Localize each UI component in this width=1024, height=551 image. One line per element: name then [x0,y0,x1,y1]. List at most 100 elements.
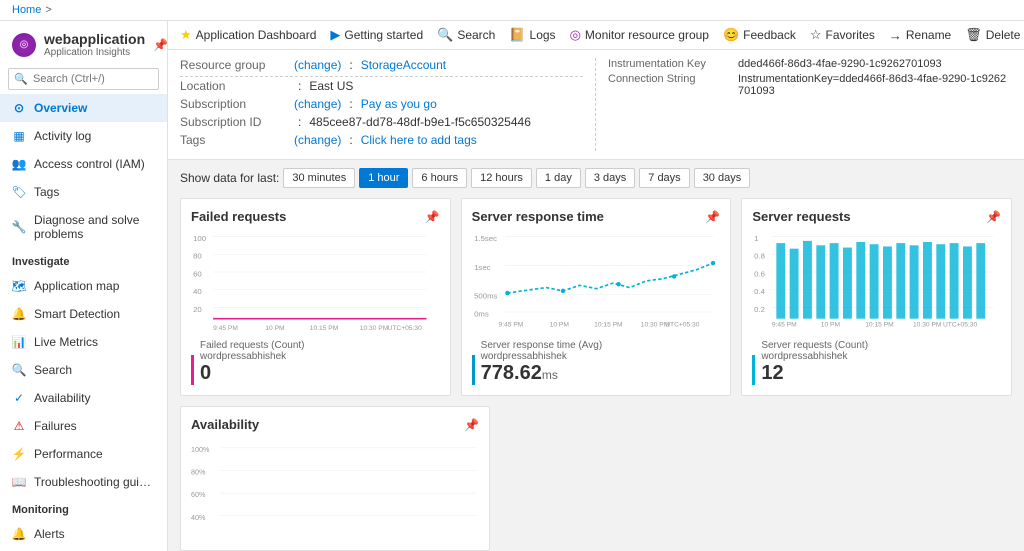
subscription-value[interactable]: Pay as you go [361,97,437,111]
tags-value[interactable]: Click here to add tags [361,133,477,147]
time-btn-3days[interactable]: 3 days [585,168,635,188]
sidebar-item-alerts[interactable]: 🔔 Alerts [0,520,167,548]
server-response-pin[interactable]: 📌 [705,210,720,224]
sidebar-item-tags[interactable]: 🏷 Tags [0,178,167,206]
svg-text:10:15 PM: 10:15 PM [594,321,623,328]
svg-text:9:45 PM: 9:45 PM [213,325,238,332]
svg-text:10 PM: 10 PM [265,325,284,332]
availability-pin[interactable]: 📌 [464,418,479,432]
connection-string-value: InstrumentationKey=dded466f-86d3-4fae-92… [738,73,1012,97]
sidebar-search-container: 🔍 [8,68,159,90]
sidebar-item-access-control[interactable]: 👥 Access control (IAM) [0,150,167,178]
failed-requests-legend-text: Failed requests (Count) wordpressabhishe… [200,340,305,362]
time-btn-7days[interactable]: 7 days [639,168,689,188]
time-btn-1day[interactable]: 1 day [536,168,581,188]
resource-group-separator: : [349,58,352,72]
getting-started-icon: ▶ [330,27,340,43]
search-label: Search [457,28,495,42]
svg-text:1.5sec: 1.5sec [474,234,497,243]
svg-text:10:15 PM: 10:15 PM [866,321,895,328]
time-btn-12hours[interactable]: 12 hours [471,168,532,188]
sidebar-item-app-map[interactable]: 🗺 Application map [0,272,167,300]
svg-text:100%: 100% [191,445,210,454]
rename-button[interactable]: → Rename [889,28,951,43]
sidebar: ◎ webapplication Application Insights 📌 … [0,21,168,551]
failed-requests-pin[interactable]: 📌 [425,210,440,224]
search-button[interactable]: 🔍 Search [437,27,495,43]
sidebar-item-search[interactable]: 🔍 Search [0,356,167,384]
live-metrics-icon: 📊 [12,335,26,349]
content-area: ★ Application Dashboard ▶ Getting starte… [168,21,1024,551]
pin-icon[interactable]: 📌 [153,38,168,52]
sidebar-label-activity-log: Activity log [34,129,91,143]
connection-string-row: Connection String InstrumentationKey=dde… [608,73,1012,97]
favorites-label: Favorites [826,28,875,42]
svg-text:0.8: 0.8 [754,252,765,261]
server-response-card: Server response time 📌 1.5sec 1sec 500ms… [461,198,732,396]
search-icon: 🔍 [14,73,28,86]
logs-label: Logs [530,28,556,42]
delete-button[interactable]: 🗑 Delete [965,27,1020,43]
server-response-title: Server response time 📌 [472,209,721,224]
getting-started-button[interactable]: ▶ Getting started [330,27,423,43]
failed-requests-value: 0 [200,362,305,385]
time-btn-30days[interactable]: 30 days [694,168,751,188]
tags-change-link[interactable]: (change) [294,133,341,147]
smart-detection-icon: 🔔 [12,307,26,321]
feedback-button[interactable]: 😊 Feedback [723,27,796,43]
resource-group-change-link[interactable]: (change) [294,58,341,72]
server-response-unit: ms [542,368,558,382]
server-requests-legend-color [752,355,755,385]
resource-right: Instrumentation Key dded466f-86d3-4fae-9… [596,58,1012,151]
feedback-icon: 😊 [723,27,739,43]
sidebar-item-performance[interactable]: ⚡ Performance [0,440,167,468]
monitor-rg-label: Monitor resource group [585,28,709,42]
server-requests-pin[interactable]: 📌 [986,210,1001,224]
sidebar-item-diagnose[interactable]: 🔧 Diagnose and solve problems [0,206,167,248]
app-dashboard-button[interactable]: ★ Application Dashboard [180,27,316,43]
breadcrumb-home[interactable]: Home [12,4,41,16]
sidebar-item-smart-detection[interactable]: 🔔 Smart Detection [0,300,167,328]
search-input[interactable] [8,68,159,90]
svg-text:UTC+05:30: UTC+05:30 [943,321,978,328]
resource-grid: Resource group (change) : StorageAccount… [180,58,1012,151]
sidebar-item-troubleshooting[interactable]: 📖 Troubleshooting guides (previe... [0,468,167,496]
time-btn-30min[interactable]: 30 minutes [283,168,355,188]
time-btn-1hour[interactable]: 1 hour [359,168,408,188]
overview-icon: ⊙ [12,101,26,115]
svg-text:1: 1 [754,234,758,243]
monitor-icon: ◎ [570,27,581,43]
time-filter: Show data for last: 30 minutes 1 hour 6 … [180,168,1012,188]
subscription-id-value: 485cee87-dd78-48df-b9e1-f5c650325446 [309,115,531,129]
favorites-icon: ☆ [810,27,822,43]
availability-card: Availability 📌 100% 80% 60% 40% [180,406,490,551]
sidebar-item-overview[interactable]: ⊙ Overview [0,94,167,122]
search-nav-icon: 🔍 [12,363,26,377]
failed-requests-card: Failed requests 📌 100 80 60 40 20 [180,198,451,396]
server-requests-chart[interactable]: 1 0.8 0.6 0.4 0.2 [752,232,1001,332]
server-response-footer: Server response time (Avg) wordpressabhi… [472,340,721,385]
sidebar-item-availability[interactable]: ✓ Availability [0,384,167,412]
sidebar-item-live-metrics[interactable]: 📊 Live Metrics [0,328,167,356]
monitor-rg-button[interactable]: ◎ Monitor resource group [570,27,709,43]
subscription-id-row: Subscription ID : 485cee87-dd78-48df-b9e… [180,115,583,129]
subscription-change-link[interactable]: (change) [294,97,341,111]
tags-label: Tags [180,133,290,147]
time-btn-6hours[interactable]: 6 hours [412,168,467,188]
rename-icon: → [889,28,902,43]
star-icon: ★ [180,27,192,43]
resource-info: Resource group (change) : StorageAccount… [168,50,1024,160]
availability-chart[interactable]: 100% 80% 60% 40% [191,440,479,540]
favorites-button[interactable]: ☆ Favorites [810,27,875,43]
svg-text:100: 100 [193,234,207,243]
sidebar-item-activity-log[interactable]: ▦ Activity log [0,122,167,150]
subscription-row: Subscription (change) : Pay as you go [180,97,583,111]
sidebar-item-failures[interactable]: ⚠ Failures [0,412,167,440]
resource-group-value[interactable]: StorageAccount [361,58,446,72]
failed-requests-chart[interactable]: 100 80 60 40 20 [191,232,440,332]
app-icon: ◎ [12,33,36,57]
availability-title: Availability 📌 [191,417,479,432]
logs-button[interactable]: 📔 Logs [509,27,555,43]
svg-text:0.2: 0.2 [754,305,765,314]
server-response-chart[interactable]: 1.5sec 1sec 500ms 0ms [472,232,721,332]
